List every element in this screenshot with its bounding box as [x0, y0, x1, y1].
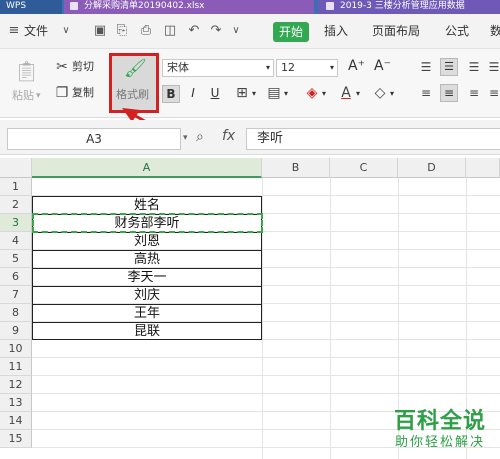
cell-a8[interactable]: 王年 — [32, 304, 262, 322]
paste-button-label[interactable]: 粘贴 — [12, 89, 34, 103]
align-right-icon[interactable]: ≡ — [466, 85, 482, 101]
tab-label: 2019-3 三楼分析管理应用数据 — [340, 1, 465, 11]
cell-a6[interactable]: 李天一 — [32, 268, 262, 286]
row-header[interactable]: 4 — [0, 232, 32, 250]
justify-icon[interactable]: ≡ — [488, 85, 500, 101]
menu-bar: ≡ 文件 ∨ ▣ ⎘ ⎙ ◫ ↶ ↷ ∨ 开始 插入 页面布局 公式 数 — [0, 14, 500, 49]
row-header[interactable]: 3 — [0, 214, 32, 232]
chevron-down-icon[interactable]: ∨ — [228, 23, 244, 39]
ribbon-home: 📋︎ 粘贴 ▾ ✂ 剪切 ❐ 复制 🖌︎ 格式刷 宋体 ▾ 12 ▾ A⁺ A⁻… — [0, 49, 500, 118]
column-header-e[interactable] — [466, 158, 500, 178]
copy-button[interactable]: 复制 — [72, 86, 94, 100]
copy-marquee — [32, 213, 263, 233]
column-header-b[interactable]: B — [262, 158, 330, 178]
tab-formulas[interactable]: 公式 — [445, 22, 469, 40]
watermark-subtitle: 助你轻松解决 — [394, 435, 485, 450]
tab-page-layout[interactable]: 页面布局 — [372, 22, 420, 40]
save-icon[interactable]: ▣ — [92, 23, 108, 39]
hamburger-icon[interactable]: ≡ — [6, 23, 22, 39]
row-header[interactable]: 13 — [0, 394, 32, 412]
tab-wps-home[interactable]: WPS — [0, 0, 62, 14]
cell-a5[interactable]: 高热 — [32, 250, 262, 268]
tab-label: WPS — [6, 1, 27, 11]
font-name-select[interactable]: 宋体 — [162, 59, 274, 77]
align-center-icon[interactable]: ≡ — [440, 84, 458, 102]
file-menu[interactable]: 文件 — [24, 22, 48, 40]
column-header-c[interactable]: C — [330, 158, 398, 178]
grow-font-button[interactable]: A⁺ — [348, 59, 365, 73]
row-header[interactable]: 11 — [0, 358, 32, 376]
row-header[interactable]: 1 — [0, 178, 32, 196]
chevron-down-icon[interactable]: ▾ — [330, 61, 334, 75]
formula-input[interactable]: 李听 — [246, 128, 500, 150]
chevron-down-icon[interactable]: ▾ — [390, 87, 394, 101]
scissors-icon[interactable]: ✂ — [54, 59, 70, 75]
align-top-icon[interactable]: ☰ — [418, 59, 434, 75]
select-all-corner[interactable] — [0, 158, 32, 178]
chevron-down-icon[interactable]: ∨ — [58, 23, 74, 39]
column-header-d[interactable]: D — [398, 158, 466, 178]
chevron-down-icon[interactable]: ▾ — [183, 133, 188, 143]
align-bottom-icon[interactable]: ☰ — [466, 59, 482, 75]
row-header[interactable]: 5 — [0, 250, 32, 268]
export-icon[interactable]: ⎘ — [114, 23, 130, 39]
tab-home[interactable]: 开始 — [273, 22, 309, 42]
row-header[interactable]: 12 — [0, 376, 32, 394]
tab-insert[interactable]: 插入 — [324, 22, 348, 40]
row-header[interactable]: 10 — [0, 340, 32, 358]
chevron-down-icon[interactable]: ▾ — [252, 87, 256, 101]
row-header[interactable]: 9 — [0, 322, 32, 340]
eraser-icon[interactable]: ◇ — [372, 85, 388, 101]
grid-line — [330, 178, 331, 459]
cell-a2[interactable]: 姓名 — [32, 196, 262, 214]
underline-button[interactable]: U — [206, 85, 224, 103]
title-bar: WPS 分解采购清单20190402.xlsx 2019-3 三楼分析管理应用数… — [0, 0, 500, 14]
cell-a4[interactable]: 刘恩 — [32, 232, 262, 250]
font-color-button[interactable]: A — [338, 85, 354, 101]
tab-document-1[interactable]: 分解采购清单20190402.xlsx — [64, 0, 314, 14]
watermark: 百科全说 助你轻松解决 — [394, 409, 486, 451]
paste-icon[interactable]: 📋︎ — [14, 59, 39, 83]
chevron-down-icon[interactable]: ▾ — [322, 87, 326, 101]
row-header[interactable]: 7 — [0, 286, 32, 304]
chevron-down-icon[interactable]: ▾ — [356, 87, 360, 101]
row-header[interactable]: 8 — [0, 304, 32, 322]
spreadsheet-icon — [70, 2, 78, 10]
spreadsheet-icon — [326, 2, 334, 10]
print-preview-icon[interactable]: ◫ — [162, 23, 178, 39]
tab-document-2[interactable]: 2019-3 三楼分析管理应用数据 — [318, 0, 500, 14]
function-icon[interactable]: fx — [222, 128, 235, 144]
borders-icon[interactable]: ⊞ — [234, 85, 250, 101]
grid-line — [32, 357, 500, 358]
font-size-select[interactable]: 12 — [276, 59, 338, 77]
print-icon[interactable]: ⎙ — [138, 23, 154, 39]
align-left-icon[interactable]: ≡ — [418, 85, 434, 101]
zoom-search-icon[interactable]: ⌕ — [196, 129, 204, 145]
align-middle-icon[interactable]: ☰ — [440, 58, 458, 76]
row-header[interactable]: 2 — [0, 196, 32, 214]
cut-button[interactable]: 剪切 — [72, 60, 94, 74]
name-box[interactable]: A3 — [7, 128, 181, 150]
redo-icon[interactable]: ↷ — [208, 23, 224, 39]
chevron-down-icon[interactable]: ▾ — [284, 87, 288, 101]
cell-a7[interactable]: 刘庆 — [32, 286, 262, 304]
shrink-font-button[interactable]: A⁻ — [374, 59, 391, 73]
tab-label: 分解采购清单20190402.xlsx — [84, 1, 205, 11]
watermark-title: 百科全说 — [393, 409, 486, 434]
column-header-a[interactable]: A — [32, 158, 262, 178]
row-header[interactable]: 15 — [0, 430, 32, 448]
grid-line — [32, 393, 500, 394]
row-header[interactable]: 6 — [0, 268, 32, 286]
cell-style-icon[interactable]: ▤ — [266, 85, 282, 101]
fill-color-icon[interactable]: ◈ — [304, 85, 320, 101]
chevron-down-icon[interactable]: ▾ — [266, 61, 270, 75]
row-header[interactable]: 14 — [0, 412, 32, 430]
copy-icon[interactable]: ❐ — [54, 85, 70, 101]
cell-a9[interactable]: 昆联 — [32, 322, 262, 340]
undo-icon[interactable]: ↶ — [186, 23, 202, 39]
chevron-down-icon[interactable]: ▾ — [36, 89, 41, 103]
tab-data[interactable]: 数 — [490, 22, 500, 40]
grid-line — [32, 375, 500, 376]
merge-icon[interactable]: ☰ — [488, 59, 500, 75]
